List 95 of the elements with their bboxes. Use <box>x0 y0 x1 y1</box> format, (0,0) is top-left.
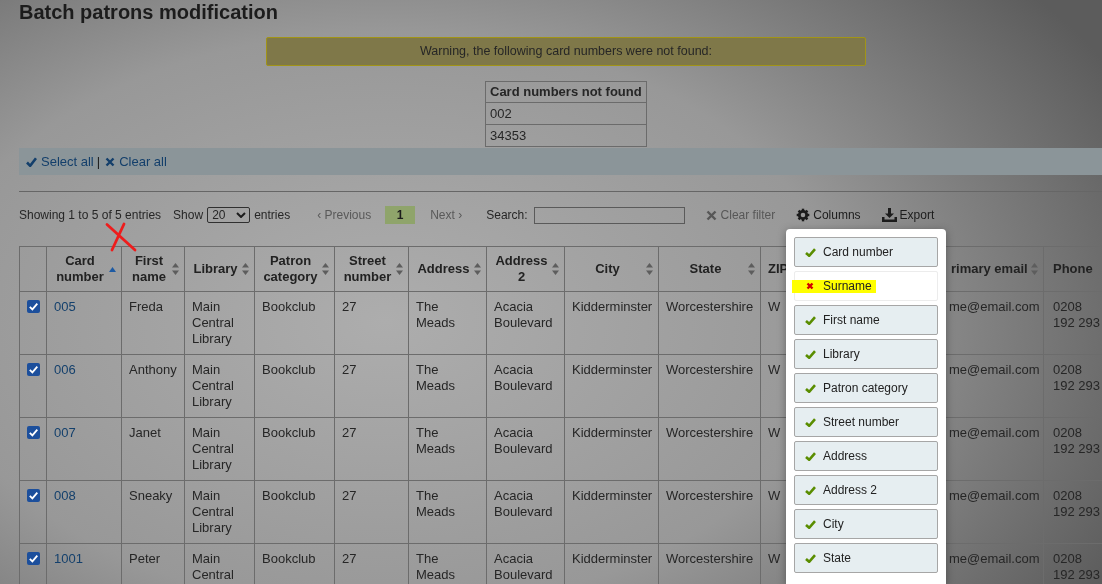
check-icon <box>805 519 816 529</box>
column-toggle[interactable]: Address <box>794 441 938 471</box>
row-checkbox[interactable] <box>26 552 40 565</box>
table-cell: Kidderminster <box>564 417 659 481</box>
check-icon <box>805 247 816 257</box>
table-cell: Acacia Boulevard <box>486 417 565 481</box>
column-header[interactable]: Address <box>408 246 487 292</box>
table-cell: 34353 <box>485 124 647 147</box>
table-cell: Main Central Library <box>184 291 255 355</box>
check-icon <box>805 417 816 427</box>
table-cell: The Meads <box>408 480 487 544</box>
table-cell: 27 <box>334 291 409 355</box>
check-icon <box>805 315 816 325</box>
column-toggle[interactable]: State <box>794 543 938 573</box>
column-toggle[interactable]: First name <box>794 305 938 335</box>
search-label: Search: <box>486 207 528 224</box>
page-size-select[interactable]: 20 <box>207 207 251 223</box>
table-cell: Bookclub <box>254 480 335 544</box>
column-toggle[interactable]: Card number <box>794 237 938 267</box>
cross-icon <box>806 282 814 290</box>
check-icon <box>805 451 816 461</box>
column-toggle[interactable]: Address 2 <box>794 475 938 505</box>
cross-mark-icon <box>105 222 137 252</box>
card-number-link[interactable]: 006 <box>54 362 76 377</box>
column-header[interactable]: Address 2 <box>486 246 565 292</box>
card-number-link[interactable]: 007 <box>54 425 76 440</box>
check-icon <box>26 156 37 167</box>
table-cell: 002 <box>485 102 647 125</box>
table-cell: Worcestershire <box>658 354 761 418</box>
column-toggle[interactable]: Surname <box>794 271 938 301</box>
column-header[interactable]: Library <box>184 246 255 292</box>
card-number-link[interactable]: 008 <box>54 488 76 503</box>
close-icon <box>105 156 116 167</box>
column-header[interactable]: First name <box>121 246 185 292</box>
card-number-link[interactable]: 005 <box>54 299 76 314</box>
table-cell: Bookclub <box>254 417 335 481</box>
row-checkbox[interactable] <box>26 426 40 439</box>
column-toggle[interactable]: Patron category <box>794 373 938 403</box>
table-cell: Bookclub <box>254 291 335 355</box>
table-cell: Main Central Library <box>184 354 255 418</box>
table-cell: Bookclub <box>254 354 335 418</box>
column-header[interactable]: Card number <box>46 246 122 292</box>
column-header[interactable]: Street number <box>334 246 409 292</box>
column-header[interactable]: City <box>564 246 659 292</box>
check-icon <box>805 383 816 393</box>
table-cell: Worcestershire <box>658 291 761 355</box>
table-cell: Kidderminster <box>564 480 659 544</box>
table-cell: Worcestershire <box>658 480 761 544</box>
separator-text: | <box>96 152 101 171</box>
table-cell: The Meads <box>408 291 487 355</box>
table-cell: The Meads <box>408 354 487 418</box>
check-icon <box>805 485 816 495</box>
check-icon <box>805 553 816 563</box>
table-cell: Acacia Boulevard <box>486 291 565 355</box>
row-checkbox[interactable] <box>26 489 40 502</box>
check-icon <box>805 349 816 359</box>
table-cell: Sneaky <box>121 480 185 544</box>
table-cell: 27 <box>334 417 409 481</box>
column-toggle[interactable]: City <box>794 509 938 539</box>
table-cell: Acacia Boulevard <box>486 354 565 418</box>
export-button[interactable]: Export <box>881 206 935 224</box>
table-cell: Freda <box>121 291 185 355</box>
table-cell: The Meads <box>408 417 487 481</box>
row-checkbox[interactable] <box>26 300 40 313</box>
show-label: Show <box>173 207 204 224</box>
settings-icon <box>796 208 811 222</box>
row-checkbox[interactable] <box>26 363 40 376</box>
table-cell: Acacia Boulevard <box>486 480 565 544</box>
page-title: Batch patrons modification <box>19 0 278 24</box>
close-icon <box>705 209 717 221</box>
table-cell: Janet <box>121 417 185 481</box>
warning-message: Warning, the following card numbers were not found: <box>266 37 866 66</box>
table-cell: Main Central Library <box>184 480 255 544</box>
chevron-down-icon <box>236 212 247 218</box>
search-field[interactable] <box>533 206 685 224</box>
table-cell: 27 <box>334 480 409 544</box>
table-cell: 27 <box>334 354 409 418</box>
column-header: Card numbers not found <box>485 81 647 103</box>
select-all-link[interactable]: Select all <box>26 151 94 172</box>
table-cell: Kidderminster <box>564 291 659 355</box>
table-cell: Anthony <box>121 354 185 418</box>
card-number-link[interactable]: 1001 <box>54 551 83 566</box>
column-header[interactable]: Patron category <box>254 246 335 292</box>
entries-label: entries <box>254 207 291 224</box>
clear-all-link[interactable]: Clear all <box>105 151 167 172</box>
table-cell: Main Central Library <box>184 417 255 481</box>
column-header[interactable]: State <box>658 246 761 292</box>
table-cell: Worcestershire <box>658 417 761 481</box>
columns-button[interactable]: Columns <box>796 206 861 224</box>
column-toggle[interactable]: Library <box>794 339 938 369</box>
download-icon <box>881 208 897 222</box>
column-toggle[interactable]: Street number <box>794 407 938 437</box>
entries-info-text: Showing 1 to 5 of 5 entries <box>19 207 162 224</box>
table-cell: Kidderminster <box>564 354 659 418</box>
page-button[interactable]: 1 <box>385 206 416 224</box>
